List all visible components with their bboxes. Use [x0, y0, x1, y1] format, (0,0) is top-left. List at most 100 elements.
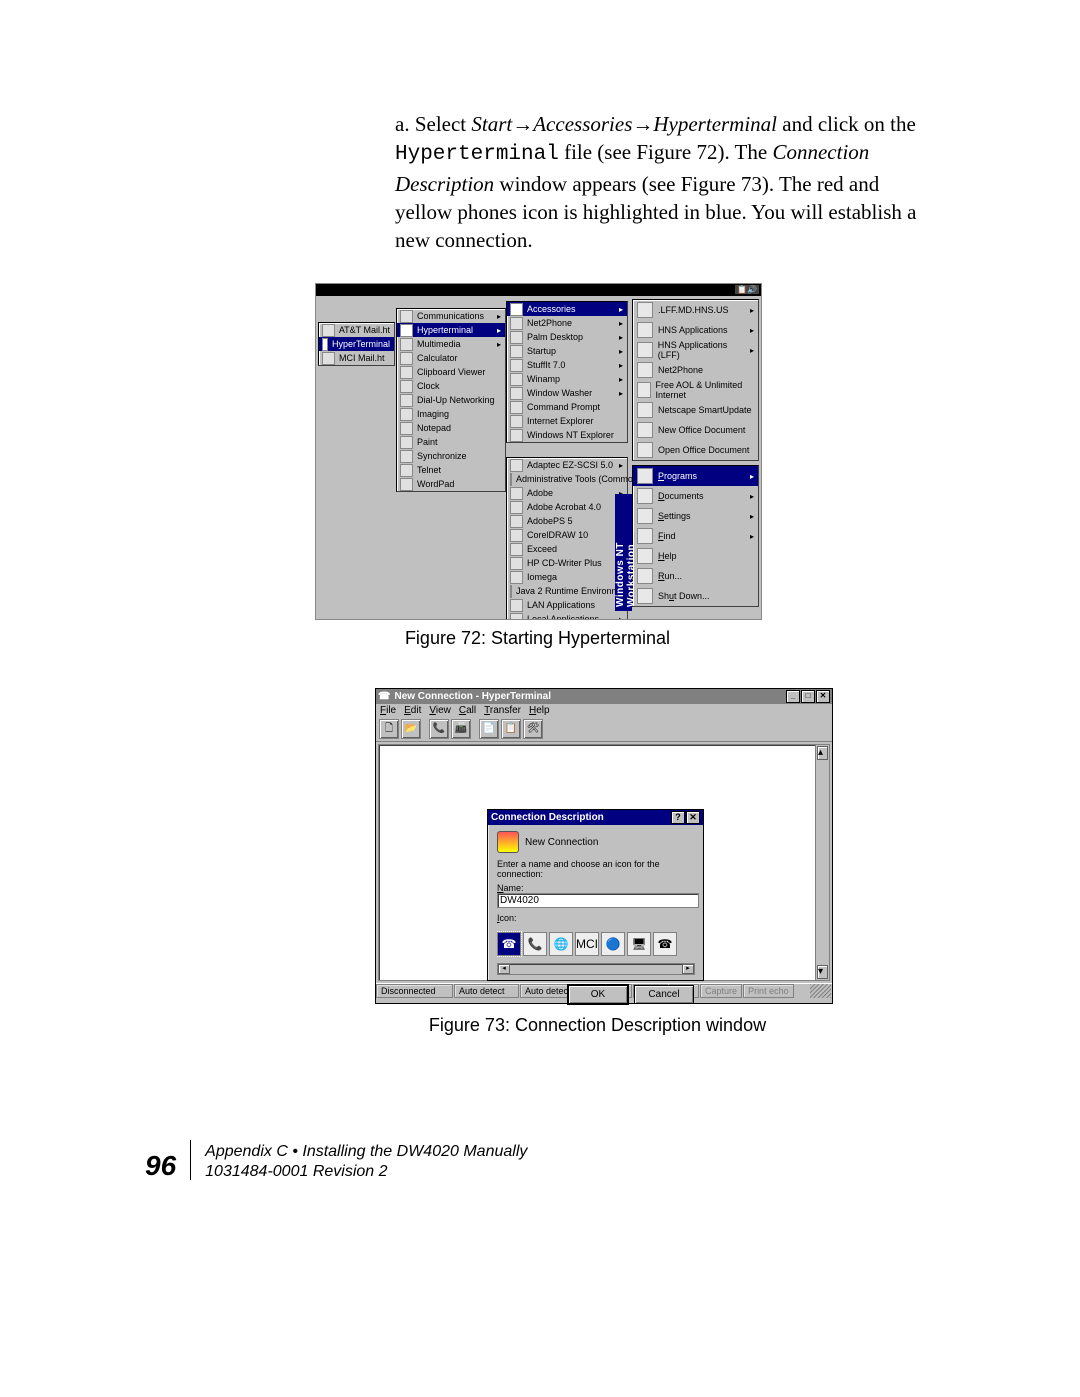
- resize-grip-icon[interactable]: [810, 984, 831, 998]
- start-main-item[interactable]: Find▸: [633, 526, 758, 546]
- programs-item[interactable]: Startup▸: [507, 344, 627, 358]
- accessories-item[interactable]: WordPad: [397, 477, 505, 491]
- programs-common-item[interactable]: Adobe▸: [507, 486, 627, 500]
- menu-call[interactable]: Call: [459, 705, 476, 716]
- menu-view[interactable]: View: [429, 705, 451, 716]
- start-shortcut-item[interactable]: HNS Applications▸: [633, 320, 758, 340]
- instr-prefix: a. Select: [395, 112, 471, 136]
- toolbar-button[interactable]: 📠: [451, 719, 471, 739]
- programs-label: Window Washer: [527, 388, 613, 398]
- connection-icon-option[interactable]: ☎: [653, 932, 677, 956]
- toolbar-button[interactable]: 📄: [479, 719, 499, 739]
- programs-item[interactable]: Windows NT Explorer: [507, 428, 627, 442]
- programs-item[interactable]: Internet Explorer: [507, 414, 627, 428]
- cancel-button[interactable]: Cancel: [634, 985, 694, 1004]
- start-main-item[interactable]: Help: [633, 546, 758, 566]
- programs-item[interactable]: Window Washer▸: [507, 386, 627, 400]
- programs-item[interactable]: Palm Desktop▸: [507, 330, 627, 344]
- scroll-down-button[interactable]: ▾: [817, 965, 828, 979]
- start-shortcut-item[interactable]: Open Office Document: [633, 440, 758, 460]
- programs-common-item[interactable]: Local Applications▸: [507, 612, 627, 620]
- dialog-help-button[interactable]: ?: [671, 811, 685, 824]
- connection-icon-option[interactable]: MCI: [575, 932, 599, 956]
- menu-transfer[interactable]: Transfer: [484, 705, 521, 716]
- dialog-close-button[interactable]: ✕: [686, 811, 700, 824]
- accessories-item[interactable]: Clipboard Viewer: [397, 365, 505, 379]
- accessories-item[interactable]: Notepad: [397, 421, 505, 435]
- menu-file[interactable]: File: [380, 705, 396, 716]
- folder-icon: [400, 310, 413, 323]
- start-main-item[interactable]: Programs▸: [633, 466, 758, 486]
- accessories-item[interactable]: Paint: [397, 435, 505, 449]
- accessories-item[interactable]: Multimedia▸: [397, 337, 505, 351]
- accessories-item[interactable]: Hyperterminal▸: [397, 323, 505, 337]
- hyperterminal-file-item[interactable]: MCI Mail.ht: [319, 351, 394, 365]
- accessories-item[interactable]: Telnet: [397, 463, 505, 477]
- start-main-item[interactable]: Documents▸: [633, 486, 758, 506]
- programs-common-item[interactable]: Java 2 Runtime Environment▸: [507, 584, 627, 598]
- scroll-right-button[interactable]: ▸: [682, 964, 694, 974]
- start-shortcut-item[interactable]: .LFF.MD.HNS.US▸: [633, 300, 758, 320]
- icon-chooser[interactable]: ☎📞🌐MCI🔵🖥☎: [497, 925, 693, 963]
- accessories-item[interactable]: Communications▸: [397, 309, 505, 323]
- programs-common-item[interactable]: CorelDRAW 10▸: [507, 528, 627, 542]
- connection-icon-option[interactable]: 🔵: [601, 932, 625, 956]
- vertical-scrollbar[interactable]: ▴ ▾: [815, 745, 829, 980]
- start-shortcut-item[interactable]: Netscape SmartUpdate: [633, 400, 758, 420]
- accessories-item[interactable]: Imaging: [397, 407, 505, 421]
- ok-button[interactable]: OK: [568, 985, 628, 1004]
- folder-icon: [510, 571, 523, 584]
- icon-chooser-scrollbar[interactable]: ◂ ▸: [497, 963, 695, 975]
- toolbar-button[interactable]: 🛠: [523, 719, 543, 739]
- scroll-left-button[interactable]: ◂: [498, 964, 510, 974]
- start-main-item[interactable]: Run...: [633, 566, 758, 586]
- submenu-arrow-icon: ▸: [750, 306, 754, 315]
- accessories-item[interactable]: Clock: [397, 379, 505, 393]
- hyperterminal-file-item[interactable]: HyperTerminal: [319, 337, 394, 351]
- start-menu-sideband: Windows NT Workstation: [615, 494, 632, 611]
- connection-icon-option[interactable]: 📞: [523, 932, 547, 956]
- programs-common-item[interactable]: HP CD-Writer Plus▸: [507, 556, 627, 570]
- start-main-item[interactable]: Shut Down...: [633, 586, 758, 606]
- connection-icon-option[interactable]: ☎: [497, 932, 521, 956]
- maximize-button[interactable]: □: [801, 690, 815, 703]
- start-shortcut-item[interactable]: Free AOL & Unlimited Internet: [633, 380, 758, 400]
- start-item-icon: [637, 488, 653, 504]
- programs-common-item[interactable]: Adaptec EZ-SCSI 5.0▸: [507, 458, 627, 472]
- start-shortcut-item[interactable]: Net2Phone: [633, 360, 758, 380]
- accessories-item[interactable]: Synchronize: [397, 449, 505, 463]
- programs-common-item[interactable]: Exceed▸: [507, 542, 627, 556]
- status-capture: Capture: [700, 984, 742, 998]
- programs-common-item[interactable]: AdobePS 5▸: [507, 514, 627, 528]
- programs-common-item[interactable]: LAN Applications▸: [507, 598, 627, 612]
- programs-common-item[interactable]: Adobe Acrobat 4.0▸: [507, 500, 627, 514]
- toolbar-button[interactable]: 📋: [501, 719, 521, 739]
- connection-icon-option[interactable]: 🖥: [627, 932, 651, 956]
- scroll-up-button[interactable]: ▴: [817, 746, 828, 760]
- menu-help[interactable]: Help: [529, 705, 550, 716]
- toolbar-button[interactable]: 📞: [429, 719, 449, 739]
- programs-label: Palm Desktop: [527, 332, 613, 342]
- accessories-item[interactable]: Dial-Up Networking: [397, 393, 505, 407]
- menu-edit[interactable]: Edit: [404, 705, 421, 716]
- programs-item[interactable]: Net2Phone▸: [507, 316, 627, 330]
- programs-item[interactable]: Accessories▸: [507, 302, 627, 316]
- connection-icon-option[interactable]: 🌐: [549, 932, 573, 956]
- toolbar-button[interactable]: 📂: [401, 719, 421, 739]
- programs-item[interactable]: Command Prompt: [507, 400, 627, 414]
- accessories-item[interactable]: Calculator: [397, 351, 505, 365]
- start-main-label: Run...: [658, 571, 682, 581]
- programs-item[interactable]: Winamp▸: [507, 372, 627, 386]
- programs-common-item[interactable]: Administrative Tools (Common)▸: [507, 472, 627, 486]
- hyperterminal-file-item[interactable]: AT&T Mail.ht: [319, 323, 394, 337]
- programs-common-item[interactable]: Iomega▸: [507, 570, 627, 584]
- phones-icon: [497, 831, 519, 853]
- name-input[interactable]: [497, 893, 699, 908]
- minimize-button[interactable]: _: [786, 690, 800, 703]
- start-main-item[interactable]: Settings▸: [633, 506, 758, 526]
- start-shortcut-item[interactable]: HNS Applications (LFF)▸: [633, 340, 758, 360]
- programs-item[interactable]: StuffIt 7.0▸: [507, 358, 627, 372]
- start-shortcut-item[interactable]: New Office Document: [633, 420, 758, 440]
- toolbar-button[interactable]: 🗋: [379, 719, 399, 739]
- close-button[interactable]: ✕: [816, 690, 830, 703]
